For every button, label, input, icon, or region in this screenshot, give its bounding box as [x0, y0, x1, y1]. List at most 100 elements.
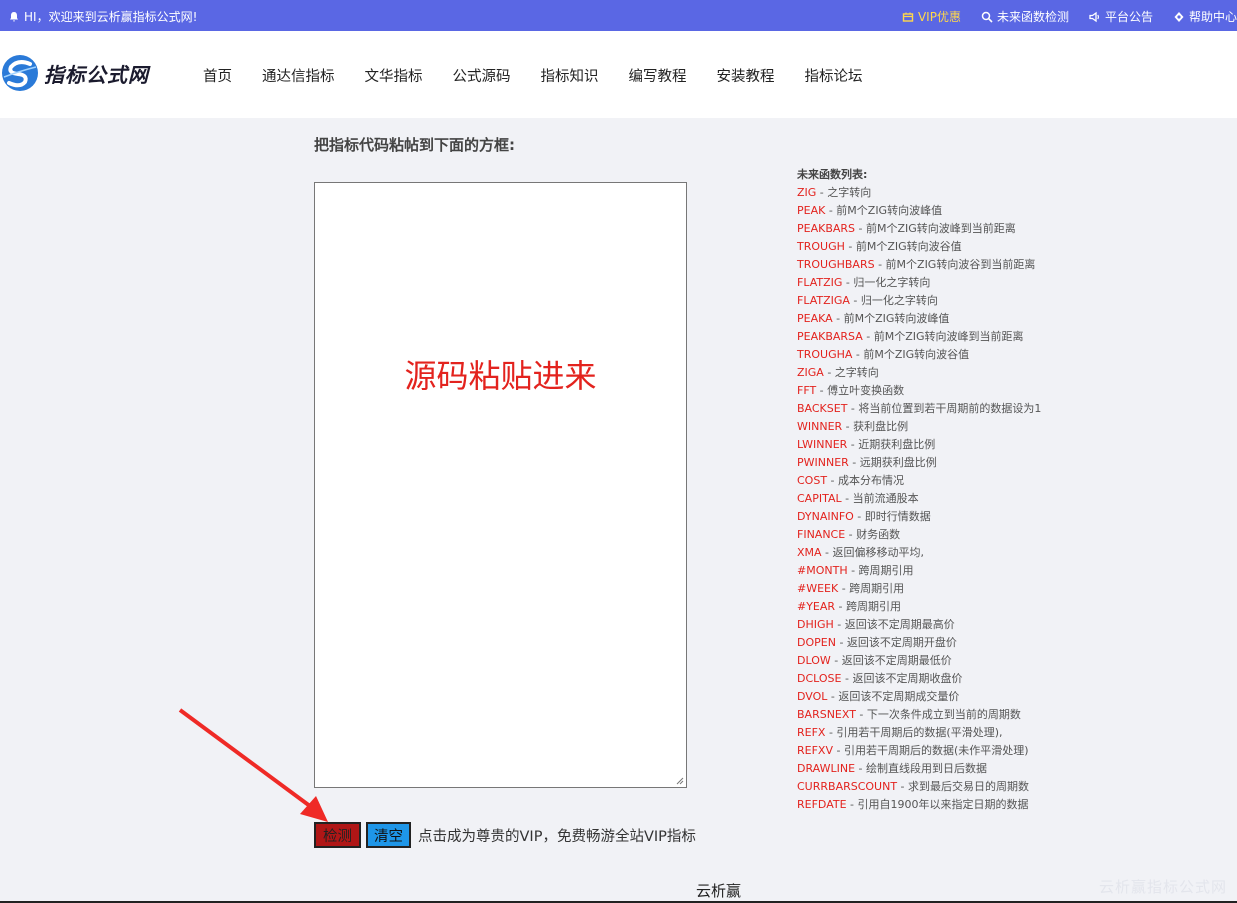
function-name: LWINNER — [797, 438, 848, 451]
announcement-label: 平台公告 — [1104, 10, 1153, 24]
function-item: TROUGHA - 前M个ZIG转向波谷值 — [797, 346, 1097, 364]
function-item: BACKSET - 将当前位置到若干周期前的数据设为1 — [797, 400, 1097, 418]
function-item: FFT - 傅立叶变换函数 — [797, 382, 1097, 400]
function-desc: - 求到最后交易日的周期数 — [897, 780, 1030, 793]
function-name: TROUGH — [797, 240, 845, 253]
function-desc: - 前M个ZIG转向波谷值 — [852, 348, 970, 361]
function-name: FFT — [797, 384, 817, 397]
nav-item-forum[interactable]: 指标论坛 — [805, 65, 863, 86]
function-item: WINNER - 获利盘比例 — [797, 418, 1097, 436]
watermark: 云析赢指标公式网 — [1098, 878, 1227, 896]
action-bar: 检测 清空 点击成为尊贵的VIP，免费畅游全站VIP指标 — [314, 822, 696, 848]
announcement-link[interactable]: 平台公告 — [1089, 8, 1153, 25]
function-item: DVOL - 返回该不定周期成交量价 — [797, 688, 1097, 706]
function-item: PWINNER - 远期获利盘比例 — [797, 454, 1097, 472]
top-links: VIP优惠 未来函数检测 平台公告 帮助中心 — [902, 8, 1237, 25]
main-nav: 首页 通达信指标 文华指标 公式源码 指标知识 编写教程 安装教程 指标论坛 — [203, 65, 863, 86]
future-check-label: 未来函数检测 — [996, 10, 1069, 24]
function-desc: - 返回该不定周期收盘价 — [841, 672, 963, 685]
function-item: DYNAINFO - 即时行情数据 — [797, 508, 1097, 526]
function-desc: - 成本分布情况 — [827, 474, 905, 487]
function-name: #YEAR — [797, 600, 836, 613]
function-name: TROUGHA — [797, 348, 853, 361]
function-desc: - 前M个ZIG转向波峰到当前距离 — [855, 222, 1016, 235]
function-desc: - 即时行情数据 — [853, 510, 931, 523]
function-desc: - 傅立叶变换函数 — [816, 384, 905, 397]
function-item: FLATZIGA - 归一化之字转向 — [797, 292, 1097, 310]
function-item: DHIGH - 返回该不定周期最高价 — [797, 616, 1097, 634]
function-item: REFX - 引用若干周期后的数据(平滑处理), — [797, 724, 1097, 742]
function-item: ZIG - 之字转向 — [797, 184, 1097, 202]
function-desc: - 返回该不定周期成交量价 — [827, 690, 960, 703]
logo-mark-icon — [2, 55, 38, 91]
function-name: ZIGA — [797, 366, 824, 379]
function-item: #WEEK - 跨周期引用 — [797, 580, 1097, 598]
function-item: TROUGHBARS - 前M个ZIG转向波谷到当前距离 — [797, 256, 1097, 274]
function-name: PEAKBARSA — [797, 330, 863, 343]
function-desc: - 返回该不定周期最低价 — [830, 654, 952, 667]
function-name: WINNER — [797, 420, 843, 433]
function-name: REFX — [797, 726, 826, 739]
nav-item-install[interactable]: 安装教程 — [717, 65, 775, 86]
function-item: PEAKBARSA - 前M个ZIG转向波峰到当前距离 — [797, 328, 1097, 346]
function-item: FLATZIG - 归一化之字转向 — [797, 274, 1097, 292]
function-name: PEAK — [797, 204, 826, 217]
nav-item-wenhua[interactable]: 文华指标 — [365, 65, 423, 86]
function-item: #YEAR - 跨周期引用 — [797, 598, 1097, 616]
function-item: PEAKA - 前M个ZIG转向波峰值 — [797, 310, 1097, 328]
nav-item-source[interactable]: 公式源码 — [453, 65, 511, 86]
function-name: DRAWLINE — [797, 762, 856, 775]
function-desc: - 近期获利盘比例 — [847, 438, 936, 451]
function-item: PEAKBARS - 前M个ZIG转向波峰到当前距离 — [797, 220, 1097, 238]
function-item: DOPEN - 返回该不定周期开盘价 — [797, 634, 1097, 652]
function-item: #MONTH - 跨周期引用 — [797, 562, 1097, 580]
function-item: CURRBARSCOUNT - 求到最后交易日的周期数 — [797, 778, 1097, 796]
function-desc: - 之字转向 — [816, 186, 872, 199]
nav-item-tutorial[interactable]: 编写教程 — [629, 65, 687, 86]
nav-item-home[interactable]: 首页 — [203, 65, 232, 86]
vip-label: VIP优惠 — [917, 10, 961, 24]
function-item: PEAK - 前M个ZIG转向波峰值 — [797, 202, 1097, 220]
function-item: FINANCE - 财务函数 — [797, 526, 1097, 544]
function-name: ZIG — [797, 186, 817, 199]
code-textarea[interactable]: 源码粘贴进来 — [314, 182, 687, 788]
function-name: DOPEN — [797, 636, 836, 649]
function-name: REFXV — [797, 744, 833, 757]
function-desc: - 返回偏移移动平均, — [821, 546, 925, 559]
function-item: REFXV - 引用若干周期后的数据(未作平滑处理) — [797, 742, 1097, 760]
function-desc: - 获利盘比例 — [842, 420, 909, 433]
help-link[interactable]: 帮助中心 — [1173, 8, 1237, 25]
speaker-icon — [1089, 11, 1099, 22]
nav-item-tdx[interactable]: 通达信指标 — [262, 65, 335, 86]
resize-grip-icon[interactable] — [675, 776, 684, 785]
function-desc: - 归一化之字转向 — [842, 276, 931, 289]
bell-icon — [10, 11, 18, 21]
check-button[interactable]: 检测 — [314, 822, 361, 848]
function-name: PEAKA — [797, 312, 833, 325]
site-logo[interactable]: 指标公式网 — [0, 51, 150, 95]
function-desc: - 跨周期引用 — [838, 582, 905, 595]
function-name: FLATZIGA — [797, 294, 850, 307]
function-name: BARSNEXT — [797, 708, 856, 721]
function-item: TROUGH - 前M个ZIG转向波谷值 — [797, 238, 1097, 256]
future-check-link[interactable]: 未来函数检测 — [981, 8, 1069, 25]
function-desc: - 财务函数 — [845, 528, 901, 541]
function-name: DCLOSE — [797, 672, 842, 685]
function-item: DLOW - 返回该不定周期最低价 — [797, 652, 1097, 670]
page-heading: 把指标代码粘帖到下面的方框: — [314, 136, 515, 154]
vip-promo-link[interactable]: 点击成为尊贵的VIP，免费畅游全站VIP指标 — [418, 825, 696, 846]
function-item: XMA - 返回偏移移动平均, — [797, 544, 1097, 562]
function-desc: - 引用自1900年以来指定日期的数据 — [846, 798, 1029, 811]
logo-text: 指标公式网 — [44, 62, 149, 87]
nav-item-knowledge[interactable]: 指标知识 — [541, 65, 599, 86]
function-name: DHIGH — [797, 618, 834, 631]
function-desc: - 远期获利盘比例 — [848, 456, 937, 469]
clear-button[interactable]: 清空 — [366, 822, 411, 848]
vip-link[interactable]: VIP优惠 — [902, 8, 961, 25]
function-desc: - 将当前位置到若干周期前的数据设为1 — [847, 402, 1042, 415]
function-name: COST — [797, 474, 828, 487]
function-desc: - 归一化之字转向 — [849, 294, 938, 307]
function-desc: - 跨周期引用 — [835, 600, 902, 613]
function-name: DLOW — [797, 654, 831, 667]
function-item: DCLOSE - 返回该不定周期收盘价 — [797, 670, 1097, 688]
